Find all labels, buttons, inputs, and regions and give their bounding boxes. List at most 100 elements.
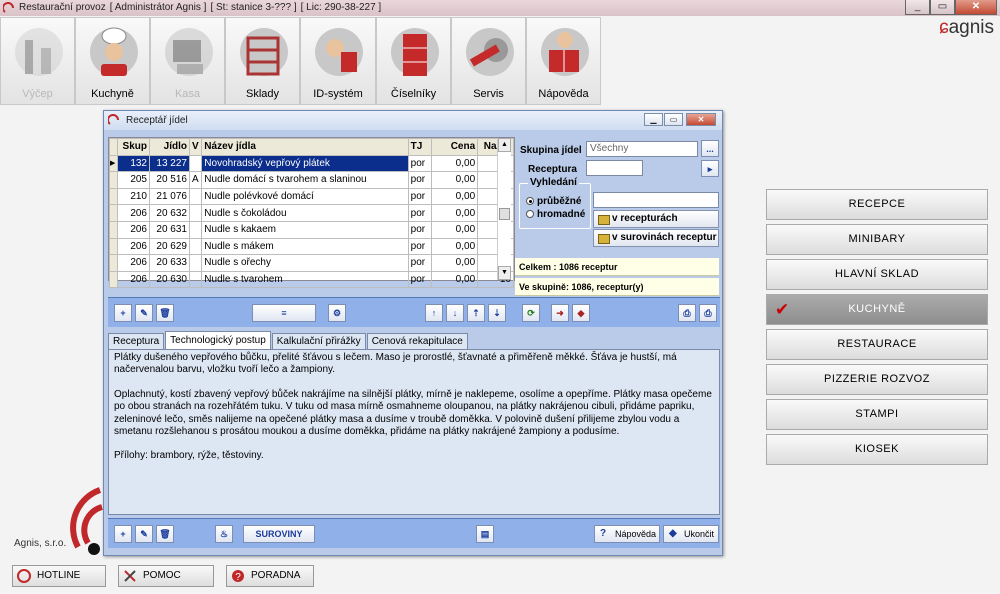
menu-minibary[interactable]: MINIBARY [766,224,988,255]
poradna-button[interactable]: ? PORADNA [226,565,314,587]
menu-kiosek[interactable]: KIOSEK [766,434,988,465]
toolbar-sklady[interactable]: Sklady [225,17,300,105]
app-logo-icon [3,2,14,13]
add-text-icon[interactable]: + [114,525,132,543]
col-nazev[interactable]: Název jídla [201,138,409,156]
table-row[interactable]: 20620 630Nudle s tvarohempor0,0010 [108,270,514,289]
move-up-icon[interactable]: ⇡ [467,304,485,322]
cell-cena: 0,00 [430,187,479,206]
cell-tj: por [407,254,432,272]
title-app: Restaurační provoz [19,2,106,13]
toolbar-idsystem[interactable]: ID-systém [300,17,376,105]
print-icon[interactable]: ⎙ [678,304,696,322]
table-row[interactable]: 20620 633Nudle s ořechypor0,0010 [108,254,514,272]
recipe-table[interactable]: Skup Jídlo V Název jídla TJ Cena Na/TJ ▶… [108,137,515,289]
tools-icon[interactable]: ⚙ [328,304,346,322]
col-v[interactable]: V [188,138,203,156]
toolbar-ciselniky[interactable]: Číselníky [376,17,451,105]
question-icon: ? [232,570,244,583]
cell-cena: 0,00 [430,270,479,289]
skupina-dots-button[interactable]: ... [701,140,719,157]
toolbar-vycep[interactable]: Výčep [0,17,75,105]
edit-text-icon[interactable]: ✎ [135,525,153,543]
hotline-button[interactable]: HOTLINE [12,565,106,587]
suroviny-button[interactable]: SUROVINY [243,525,315,543]
table-row[interactable]: 21021 076Nudle polévkové domácípor0,0010 [108,187,514,206]
toolbar-servis[interactable]: Servis [451,17,526,105]
table-row[interactable]: 20620 629Nudle s mákempor0,0010 [108,237,514,256]
cell-nazev: Nudle s čokoládou [201,204,409,222]
delete-recipe-icon[interactable]: 🗑 [156,304,174,322]
menu-pizzerie-rozvoz[interactable]: PIZZERIE ROZVOZ [766,364,988,395]
sort-icon[interactable]: ≡ [252,304,316,322]
cell-nazev: Nudle domácí s tvarohem a slaninou [201,171,409,189]
skupina-field[interactable]: Všechny [586,141,698,157]
export-icon[interactable]: ➜ [551,304,569,322]
postup-text[interactable]: Plátky dušeného vepřového bůčku, přelité… [108,349,720,515]
toolbar-napoveda[interactable]: Nápověda [526,17,601,105]
move-down-icon[interactable]: ⇣ [488,304,506,322]
col-tj[interactable]: TJ [407,138,432,156]
add-recipe-icon[interactable]: + [114,304,132,322]
exit-icon: ◆ [669,528,677,539]
menu-restaurace[interactable]: RESTAURACE [766,329,988,360]
bottom-toolbar: + ✎ 🗑 ♨ SUROVINY ▤ ? Nápověda ◆ Ukončit [108,518,720,548]
tab-cenova-rekapitulace[interactable]: Cenová rekapitulace [366,333,468,349]
col-skup[interactable]: Skup [117,138,150,156]
scroll-up-button[interactable]: ▲ [498,138,511,152]
svg-text:?: ? [235,572,241,583]
cell-v [188,204,203,222]
table-row[interactable]: ▶ 132 13 227 Novohradský vepřový plátek por 0… [108,154,514,173]
cell-skup: 132 [117,154,150,173]
dialog-maximize-button[interactable]: ▭ [664,113,683,126]
row-indicator [108,171,119,189]
edit-recipe-icon[interactable]: ✎ [135,304,153,322]
arrow-up-icon[interactable]: ↑ [425,304,443,322]
menu-recepce[interactable]: RECEPCE [766,189,988,220]
cell-tj: por [407,187,432,206]
dialog-minimize-button[interactable]: ▁ [644,113,663,126]
tab-receptura[interactable]: Receptura [108,333,165,349]
tab-technologicky-postup[interactable]: Technologický postup [165,331,271,349]
delete-text-icon[interactable]: 🗑 [156,525,174,543]
maximize-button[interactable]: ▭ [930,0,955,15]
menu-kuchyne[interactable]: ✔ KUCHYNĚ [766,294,988,325]
col-cena[interactable]: Cena [430,138,479,156]
pot-icon[interactable]: ♨ [215,525,233,543]
cell-skup: 206 [117,237,150,256]
search-recepturach-button[interactable]: v recepturách [593,210,719,228]
import-icon[interactable]: ◆ [572,304,590,322]
search-input[interactable] [593,192,719,208]
receptura-field[interactable] [586,160,643,176]
document-icon[interactable]: ▤ [476,525,494,543]
table-scrollbar[interactable]: ▲ ▼ [497,138,511,280]
napoveda-button[interactable]: ? Nápověda [594,525,660,543]
dialog-close-button[interactable]: ✕ [686,113,716,126]
print-preview-icon[interactable]: ⎙ [699,304,717,322]
toolbar-kuchyne[interactable]: Kuchyně [75,17,150,105]
ukoncit-button[interactable]: ◆ Ukončit [663,525,719,543]
row-indicator [108,204,119,222]
col-jidlo[interactable]: Jídlo [149,138,190,156]
scroll-thumb[interactable] [499,208,510,220]
scroll-down-button[interactable]: ▼ [498,266,511,280]
receptura-open-icon[interactable]: ▸ [701,160,719,177]
radio-hromadne[interactable]: hromadné [526,209,596,220]
table-row[interactable]: 20620 631Nudle s kakaempor0,0010 [108,220,514,239]
tab-kalkulacni-prirazky[interactable]: Kalkulační přirážky [271,333,366,349]
cell-nazev: Novohradský vepřový plátek [201,154,409,173]
arrow-down-icon[interactable]: ↓ [446,304,464,322]
toolbar-kasa[interactable]: Kasa [150,17,225,105]
table-row[interactable]: 205 20 516 A Nudle domácí s tvarohem a slan… [108,171,514,189]
table-row[interactable]: 20620 632Nudle s čokoládoupor0,0010 [108,204,514,222]
close-button[interactable]: ✕ [955,0,997,15]
radio-prubezne[interactable]: průběžné [526,196,596,207]
menu-hlavni-sklad[interactable]: HLAVNÍ SKLAD [766,259,988,290]
refresh-icon[interactable]: ⟳ [522,304,540,322]
minimize-button[interactable]: _ [905,0,930,15]
search-surovinach-button[interactable]: v surovinách receptur [593,229,719,247]
cell-tj: por [407,270,432,289]
menu-stampi[interactable]: STAMPI [766,399,988,430]
pomoc-button[interactable]: POMOC [118,565,214,587]
bottle-icon [15,28,63,76]
